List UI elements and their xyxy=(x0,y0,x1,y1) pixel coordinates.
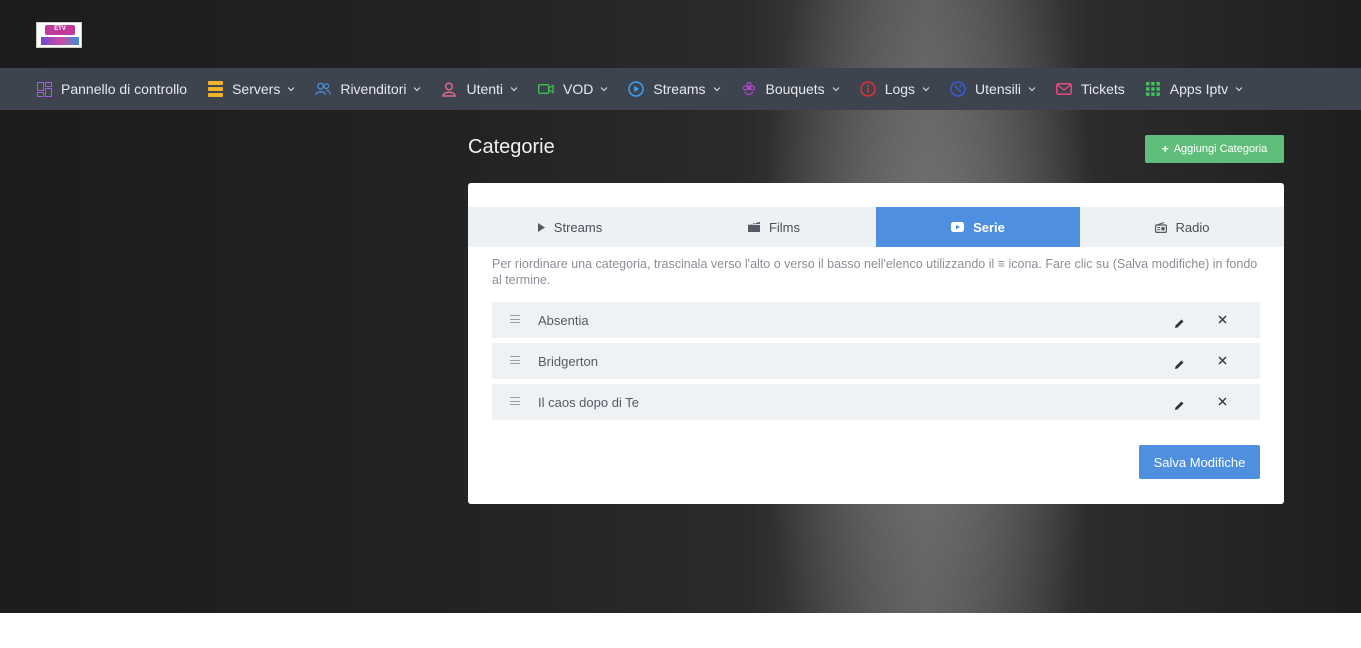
mail-icon xyxy=(1056,81,1072,97)
video-icon xyxy=(538,81,554,97)
tab-radio[interactable]: Radio xyxy=(1080,207,1284,247)
close-icon[interactable] xyxy=(1216,314,1228,326)
top-header: ETV xyxy=(0,0,1361,68)
users-icon xyxy=(315,81,331,97)
nav-item-vod[interactable]: VOD xyxy=(538,68,608,110)
list-item[interactable]: Il caos dopo di Te xyxy=(492,384,1260,420)
server-icon xyxy=(207,81,223,97)
drag-handle-icon[interactable] xyxy=(510,397,520,405)
film-icon xyxy=(747,222,760,232)
tab-streams[interactable]: Streams xyxy=(468,207,672,247)
chevron-down-icon xyxy=(713,85,721,93)
nav-item-tickets[interactable]: Tickets xyxy=(1056,68,1125,110)
reorder-hint-text: Per riordinare una categoria, trascinala… xyxy=(492,257,1258,287)
nav-item-utensili[interactable]: Utensili xyxy=(950,68,1036,110)
list-item[interactable]: Bridgerton xyxy=(492,343,1260,379)
close-icon[interactable] xyxy=(1216,396,1228,408)
chevron-down-icon xyxy=(1235,85,1243,93)
category-name: Absentia xyxy=(538,312,589,328)
nav-item-rivenditori[interactable]: Rivenditori xyxy=(315,68,421,110)
flower-icon xyxy=(741,81,757,97)
main-navbar: Pannello di controllo Servers Rivenditor… xyxy=(0,68,1361,110)
tools-icon xyxy=(950,81,966,97)
page-title: Categorie xyxy=(468,136,555,158)
youtube-icon xyxy=(951,222,965,232)
play-circle-icon xyxy=(628,81,645,97)
chevron-down-icon xyxy=(832,85,840,93)
chevron-down-icon xyxy=(922,85,930,93)
nav-item-utenti[interactable]: Utenti xyxy=(441,68,518,110)
category-list: Absentia Bridgerton Il caos dopo di Te xyxy=(492,302,1260,425)
nav-item-streams[interactable]: Streams xyxy=(628,68,720,110)
chevron-down-icon xyxy=(413,85,421,93)
grid-icon xyxy=(1145,81,1161,97)
close-icon[interactable] xyxy=(1216,355,1228,367)
nav-item-apps-iptv[interactable]: Apps Iptv xyxy=(1145,68,1243,110)
add-category-button[interactable]: + Aggiungi Categoria xyxy=(1145,135,1284,163)
tab-serie[interactable]: Serie xyxy=(876,207,1080,247)
category-type-tabs: Streams Films Serie Radio xyxy=(468,207,1284,247)
drag-handle-icon[interactable] xyxy=(510,356,520,364)
play-icon xyxy=(537,222,545,232)
list-item[interactable]: Absentia xyxy=(492,302,1260,338)
pencil-icon[interactable] xyxy=(1174,398,1186,410)
nav-item-pannello[interactable]: Pannello di controllo xyxy=(36,68,187,110)
dashboard-icon xyxy=(36,81,52,97)
tab-films[interactable]: Films xyxy=(672,207,876,247)
chevron-down-icon xyxy=(510,85,518,93)
categories-card: Streams Films Serie Radio Per riordinare… xyxy=(468,183,1284,504)
user-icon xyxy=(441,81,457,97)
drag-handle-icon[interactable] xyxy=(510,315,520,323)
category-name: Bridgerton xyxy=(538,353,598,369)
nav-item-bouquets[interactable]: Bouquets xyxy=(741,68,840,110)
chevron-down-icon xyxy=(600,85,608,93)
chevron-down-icon xyxy=(287,85,295,93)
brand-logo[interactable]: ETV xyxy=(36,22,82,48)
info-icon xyxy=(859,81,876,97)
nav-item-servers[interactable]: Servers xyxy=(207,68,295,110)
plus-icon: + xyxy=(1161,142,1169,156)
pencil-icon[interactable] xyxy=(1174,357,1186,369)
category-name: Il caos dopo di Te xyxy=(538,394,639,410)
save-changes-button[interactable]: Salva Modifiche xyxy=(1139,445,1260,479)
radio-icon xyxy=(1154,221,1167,233)
nav-item-logs[interactable]: Logs xyxy=(859,68,930,110)
chevron-down-icon xyxy=(1028,85,1036,93)
pencil-icon[interactable] xyxy=(1174,316,1186,328)
